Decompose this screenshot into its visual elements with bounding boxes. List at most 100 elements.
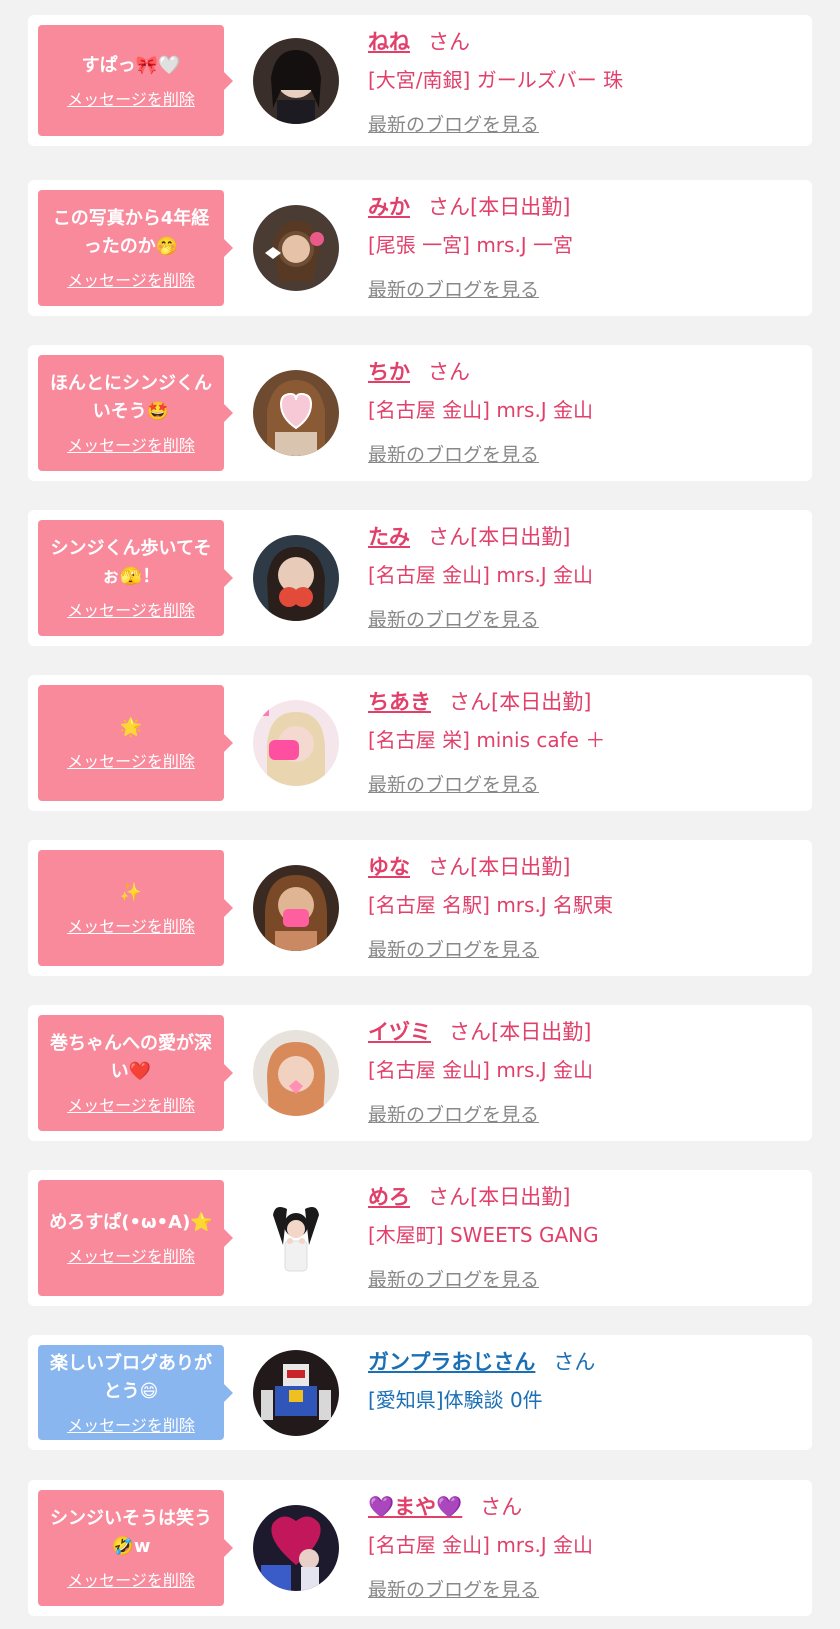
shop-info: [名古屋 栄] minis cafe ＋ — [368, 728, 606, 752]
avatar-image — [253, 1505, 339, 1591]
profile-name-link[interactable]: ガンプラおじさん — [368, 1350, 535, 1374]
shop-info: [木屋町] SWEETS GANG — [368, 1223, 599, 1247]
avatar[interactable] — [253, 205, 339, 291]
delete-message-link[interactable]: メッセージを削除 — [67, 1567, 195, 1591]
message-bubble: 巻ちゃんへの愛が深い❤️ メッセージを削除 — [38, 1015, 233, 1131]
honorific-status: さん — [553, 1350, 596, 1374]
avatar-image — [253, 205, 339, 291]
honorific-status: さん — [428, 360, 470, 384]
avatar-image — [253, 700, 339, 786]
avatar[interactable] — [253, 535, 339, 621]
list-item: 楽しいブログありがとう😄 メッセージを削除 ガンプラおじさん さん [愛知県]体験… — [28, 1335, 812, 1450]
list-item: 巻ちゃんへの愛が深い❤️ メッセージを削除 イヅミ さん[本日出勤] [名古屋 金… — [28, 1005, 812, 1141]
profile-info: めろ さん[本日出勤] [木屋町] SWEETS GANG 最新のブログを見る — [368, 1182, 802, 1294]
profile-info: みか さん[本日出勤] [尾張 一宮] mrs.J 一宮 最新のブログを見る — [368, 192, 802, 304]
shop-info: [名古屋 名駅] mrs.J 名駅東 — [368, 893, 614, 917]
shop-info: [名古屋 金山] mrs.J 金山 — [368, 1533, 594, 1557]
latest-blog-link[interactable]: 最新のブログを見る — [368, 771, 802, 799]
delete-message-link[interactable]: メッセージを削除 — [67, 267, 195, 291]
avatar[interactable] — [253, 38, 339, 124]
latest-blog-link[interactable]: 最新のブログを見る — [368, 276, 802, 304]
delete-message-link[interactable]: メッセージを削除 — [67, 1243, 195, 1267]
profile-name-link[interactable]: めろ — [368, 1185, 410, 1209]
avatar-image — [253, 1030, 339, 1116]
avatar-image — [253, 865, 339, 951]
latest-blog-link[interactable]: 最新のブログを見る — [368, 441, 802, 469]
profile-info: ゆな さん[本日出勤] [名古屋 名駅] mrs.J 名駅東 最新のブログを見る — [368, 852, 802, 964]
latest-blog-link[interactable]: 最新のブログを見る — [368, 111, 802, 139]
shop-info: [名古屋 金山] mrs.J 金山 — [368, 563, 594, 587]
profile-name-link[interactable]: イヅミ — [368, 1020, 431, 1044]
avatar-image — [253, 370, 339, 456]
message-text: ✨ — [119, 882, 143, 903]
message-bubble: 🌟 メッセージを削除 — [38, 685, 233, 801]
profile-info: ちあき さん[本日出勤] [名古屋 栄] minis cafe ＋ 最新のブログを… — [368, 687, 802, 799]
profile-name-link[interactable]: 💜まや💜 — [368, 1495, 462, 1519]
shop-info: [愛知県]体験談 0件 — [368, 1388, 543, 1412]
shop-info: [大宮/南銀] ガールズバー 珠 — [368, 68, 624, 92]
honorific-status: さん — [480, 1495, 523, 1519]
profile-name-link[interactable]: たみ — [368, 525, 410, 549]
delete-message-link[interactable]: メッセージを削除 — [67, 597, 195, 621]
message-bubble: 楽しいブログありがとう😄 メッセージを削除 — [38, 1345, 233, 1440]
profile-info: 💜まや💜 さん [名古屋 金山] mrs.J 金山 最新のブログを見る — [368, 1492, 802, 1604]
delete-message-link[interactable]: メッセージを削除 — [67, 1412, 195, 1436]
delete-message-link[interactable]: メッセージを削除 — [67, 913, 195, 937]
delete-message-link[interactable]: メッセージを削除 — [67, 432, 195, 456]
profile-info: ガンプラおじさん さん [愛知県]体験談 0件 — [368, 1347, 802, 1415]
avatar-image — [253, 38, 339, 124]
message-bubble: すぱっ🎀🤍 メッセージを削除 — [38, 25, 233, 136]
honorific-status: さん[本日出勤] — [449, 1020, 592, 1044]
profile-info: ねね さん [大宮/南銀] ガールズバー 珠 最新のブログを見る — [368, 27, 802, 139]
avatar[interactable] — [253, 1350, 339, 1436]
list-item: すぱっ🎀🤍 メッセージを削除 ねね さん [大宮/南銀] ガールズバー 珠 最新の… — [28, 15, 812, 146]
latest-blog-link[interactable]: 最新のブログを見る — [368, 1266, 802, 1294]
message-bubble: シンジいそうは笑う🤣w メッセージを削除 — [38, 1490, 233, 1606]
delete-message-link[interactable]: メッセージを削除 — [67, 86, 195, 110]
delete-message-link[interactable]: メッセージを削除 — [67, 748, 195, 772]
avatar[interactable] — [253, 1195, 339, 1281]
message-text: 🌟 — [119, 717, 143, 738]
avatar[interactable] — [253, 1505, 339, 1591]
message-bubble: めろすぱ(•ω•A)⭐ メッセージを削除 — [38, 1180, 233, 1296]
message-bubble: ほんとにシンジくんいそう🤩 メッセージを削除 — [38, 355, 233, 471]
avatar[interactable] — [253, 370, 339, 456]
latest-blog-link[interactable]: 最新のブログを見る — [368, 1576, 802, 1604]
profile-name-link[interactable]: ねね — [368, 30, 410, 54]
honorific-status: さん — [428, 30, 470, 54]
list-item: めろすぱ(•ω•A)⭐ メッセージを削除 めろ さん[本日出勤] [木屋町] SW… — [28, 1170, 812, 1306]
message-text: ほんとにシンジくんいそう🤩 — [50, 373, 212, 422]
delete-message-link[interactable]: メッセージを削除 — [67, 1092, 195, 1116]
shop-info: [名古屋 金山] mrs.J 金山 — [368, 398, 594, 422]
honorific-status: さん[本日出勤] — [428, 855, 571, 879]
profile-info: ちか さん [名古屋 金山] mrs.J 金山 最新のブログを見る — [368, 357, 802, 469]
list-item: シンジくん歩いてそぉ🫣！ メッセージを削除 たみ さん[本日出勤] [名古屋 金山… — [28, 510, 812, 646]
shop-info: [名古屋 金山] mrs.J 金山 — [368, 1058, 594, 1082]
honorific-status: さん[本日出勤] — [428, 195, 571, 219]
avatar-image — [253, 1195, 339, 1281]
message-text: 楽しいブログありがとう😄 — [50, 1352, 212, 1402]
latest-blog-link[interactable]: 最新のブログを見る — [368, 1101, 802, 1129]
message-text: シンジくん歩いてそぉ🫣！ — [50, 538, 212, 587]
profile-name-link[interactable]: ゆな — [368, 855, 410, 879]
latest-blog-link[interactable]: 最新のブログを見る — [368, 936, 802, 964]
list-item: シンジいそうは笑う🤣w メッセージを削除 💜まや💜 さん [名古屋 金山] mrs… — [28, 1480, 812, 1616]
message-bubble: シンジくん歩いてそぉ🫣！ メッセージを削除 — [38, 520, 233, 636]
list-item: ほんとにシンジくんいそう🤩 メッセージを削除 ちか さん [名古屋 金山] mrs… — [28, 345, 812, 481]
honorific-status: さん[本日出勤] — [428, 1185, 571, 1209]
avatar[interactable] — [253, 1030, 339, 1116]
message-bubble: ✨ メッセージを削除 — [38, 850, 233, 966]
avatar[interactable] — [253, 865, 339, 951]
message-list: すぱっ🎀🤍 メッセージを削除 ねね さん [大宮/南銀] ガールズバー 珠 最新の… — [0, 0, 840, 1629]
avatar-image — [253, 1350, 339, 1436]
profile-name-link[interactable]: ちあき — [368, 690, 431, 714]
profile-name-link[interactable]: みか — [368, 195, 410, 219]
avatar[interactable] — [253, 700, 339, 786]
profile-info: イヅミ さん[本日出勤] [名古屋 金山] mrs.J 金山 最新のブログを見る — [368, 1017, 802, 1129]
honorific-status: さん[本日出勤] — [449, 690, 592, 714]
profile-info: たみ さん[本日出勤] [名古屋 金山] mrs.J 金山 最新のブログを見る — [368, 522, 802, 634]
list-item: この写真から4年経ったのか🤭 メッセージを削除 みか さん[本日出勤] [尾張 一… — [28, 180, 812, 316]
latest-blog-link[interactable]: 最新のブログを見る — [368, 606, 802, 634]
message-text: シンジいそうは笑う🤣w — [50, 1508, 212, 1557]
profile-name-link[interactable]: ちか — [368, 360, 410, 384]
